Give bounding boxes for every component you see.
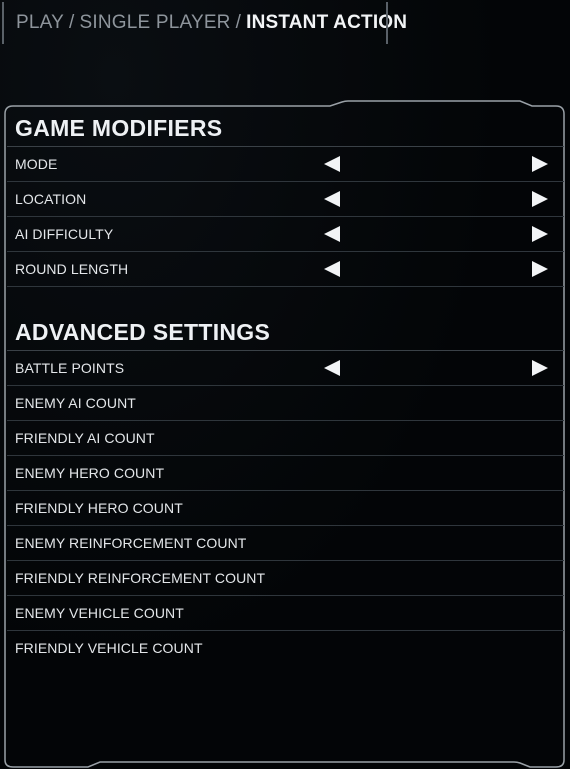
- setting-label: FRIENDLY HERO COUNT: [15, 500, 183, 516]
- setting-row-battle-points[interactable]: BATTLE POINTS: [7, 351, 564, 386]
- game-modifiers-title: GAME MODIFIERS: [7, 110, 564, 147]
- right-arrow-icon[interactable]: [528, 217, 552, 251]
- setting-row-enemy-reinforcement-count[interactable]: ENEMY REINFORCEMENT COUNT: [7, 526, 564, 561]
- advanced-settings-title: ADVANCED SETTINGS: [7, 314, 564, 351]
- setting-label: LOCATION: [15, 191, 87, 207]
- setting-label: FRIENDLY VEHICLE COUNT: [15, 640, 203, 656]
- left-arrow-icon[interactable]: [320, 182, 344, 216]
- setting-row-ai-difficulty[interactable]: AI DIFFICULTY: [7, 217, 564, 252]
- right-arrow-icon[interactable]: [528, 182, 552, 216]
- setting-label: ENEMY HERO COUNT: [15, 465, 165, 481]
- setting-row-friendly-hero-count[interactable]: FRIENDLY HERO COUNT: [7, 491, 564, 526]
- breadcrumb-play[interactable]: PLAY: [16, 12, 64, 34]
- left-arrow-icon[interactable]: [320, 217, 344, 251]
- setting-row-location[interactable]: LOCATION: [7, 182, 564, 217]
- left-arrow-icon[interactable]: [320, 252, 344, 286]
- instant-action-screen: PLAY / SINGLE PLAYER / INSTANT ACTION GA…: [0, 0, 570, 769]
- left-arrow-icon[interactable]: [320, 147, 344, 181]
- setting-label: MODE: [15, 156, 58, 172]
- setting-label: ENEMY REINFORCEMENT COUNT: [15, 535, 247, 551]
- right-arrow-icon[interactable]: [528, 147, 552, 181]
- breadcrumb-right-divider: [386, 2, 388, 44]
- setting-label: ROUND LENGTH: [15, 261, 129, 277]
- setting-row-enemy-ai-count[interactable]: ENEMY AI COUNT: [7, 386, 564, 421]
- setting-row-friendly-reinforcement-count[interactable]: FRIENDLY REINFORCEMENT COUNT: [7, 561, 564, 596]
- breadcrumb-instant-action: INSTANT ACTION: [246, 12, 408, 33]
- setting-row-mode[interactable]: MODE: [7, 147, 564, 182]
- breadcrumb-separator: /: [235, 12, 242, 33]
- settings-panel: GAME MODIFIERS MODE LOCATION AI DIFFICUL…: [7, 110, 564, 665]
- setting-label: FRIENDLY REINFORCEMENT COUNT: [15, 570, 266, 586]
- breadcrumb: PLAY / SINGLE PLAYER / INSTANT ACTION: [0, 0, 407, 46]
- setting-row-friendly-vehicle-count[interactable]: FRIENDLY VEHICLE COUNT: [7, 631, 564, 665]
- right-arrow-icon[interactable]: [528, 252, 552, 286]
- right-arrow-icon[interactable]: [528, 351, 552, 385]
- setting-row-round-length[interactable]: ROUND LENGTH: [7, 252, 564, 287]
- left-arrow-icon[interactable]: [320, 351, 344, 385]
- setting-label: ENEMY VEHICLE COUNT: [15, 605, 184, 621]
- setting-label: AI DIFFICULTY: [15, 226, 114, 242]
- setting-row-enemy-vehicle-count[interactable]: ENEMY VEHICLE COUNT: [7, 596, 564, 631]
- setting-label: BATTLE POINTS: [15, 360, 125, 376]
- setting-row-enemy-hero-count[interactable]: ENEMY HERO COUNT: [7, 456, 564, 491]
- setting-row-friendly-ai-count[interactable]: FRIENDLY AI COUNT: [7, 421, 564, 456]
- breadcrumb-separator: /: [68, 12, 75, 33]
- setting-label: FRIENDLY AI COUNT: [15, 430, 155, 446]
- setting-label: ENEMY AI COUNT: [15, 395, 136, 411]
- breadcrumb-single-player[interactable]: SINGLE PLAYER: [79, 12, 230, 34]
